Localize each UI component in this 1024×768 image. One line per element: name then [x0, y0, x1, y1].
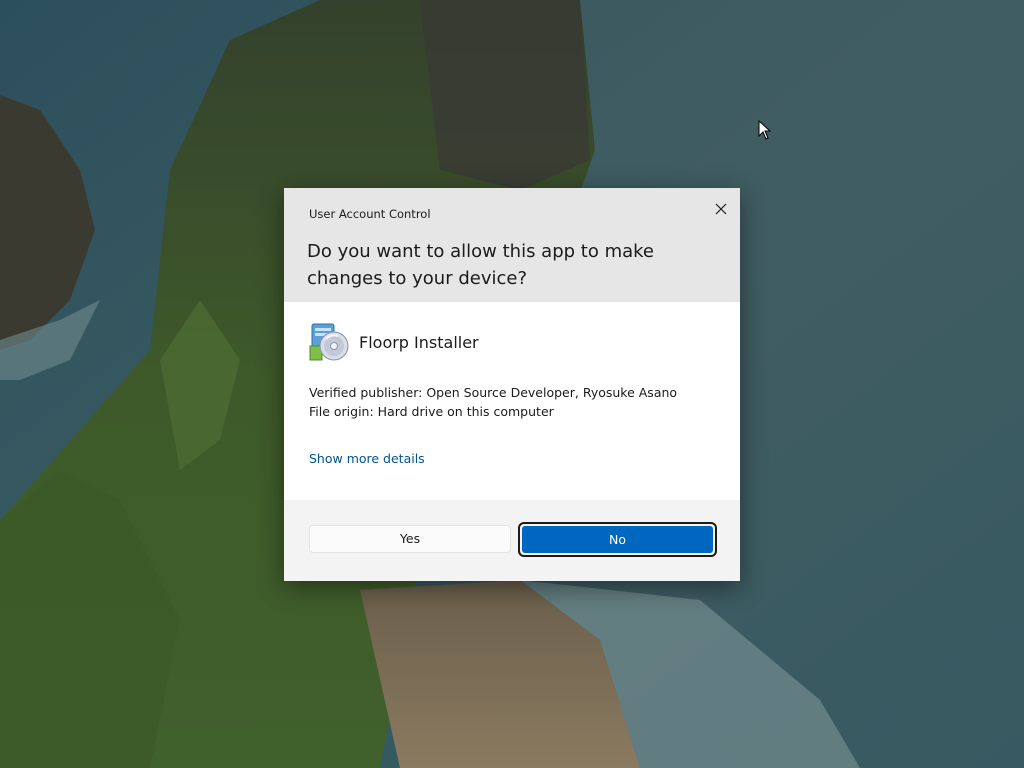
prompt-question: Do you want to allow this app to make ch…	[307, 241, 654, 289]
dialog-title: User Account Control	[309, 207, 431, 221]
app-name: Floorp Installer	[359, 333, 479, 352]
show-more-details-link[interactable]: Show more details	[309, 451, 425, 466]
app-info: Floorp Installer	[308, 322, 708, 364]
verified-publisher: Verified publisher: Open Source Develope…	[309, 385, 678, 400]
no-button[interactable]: No	[522, 526, 713, 553]
dialog-footer: Yes No	[284, 500, 740, 581]
mouse-pointer-icon	[758, 119, 772, 140]
close-button[interactable]	[706, 194, 736, 224]
close-icon	[715, 203, 727, 215]
dialog-header: User Account Control Do you want to allo…	[284, 188, 740, 302]
yes-button[interactable]: Yes	[309, 525, 511, 553]
installer-disc-icon	[308, 322, 350, 364]
file-origin: File origin: Hard drive on this computer	[309, 404, 554, 419]
uac-dialog: User Account Control Do you want to allo…	[284, 188, 740, 581]
